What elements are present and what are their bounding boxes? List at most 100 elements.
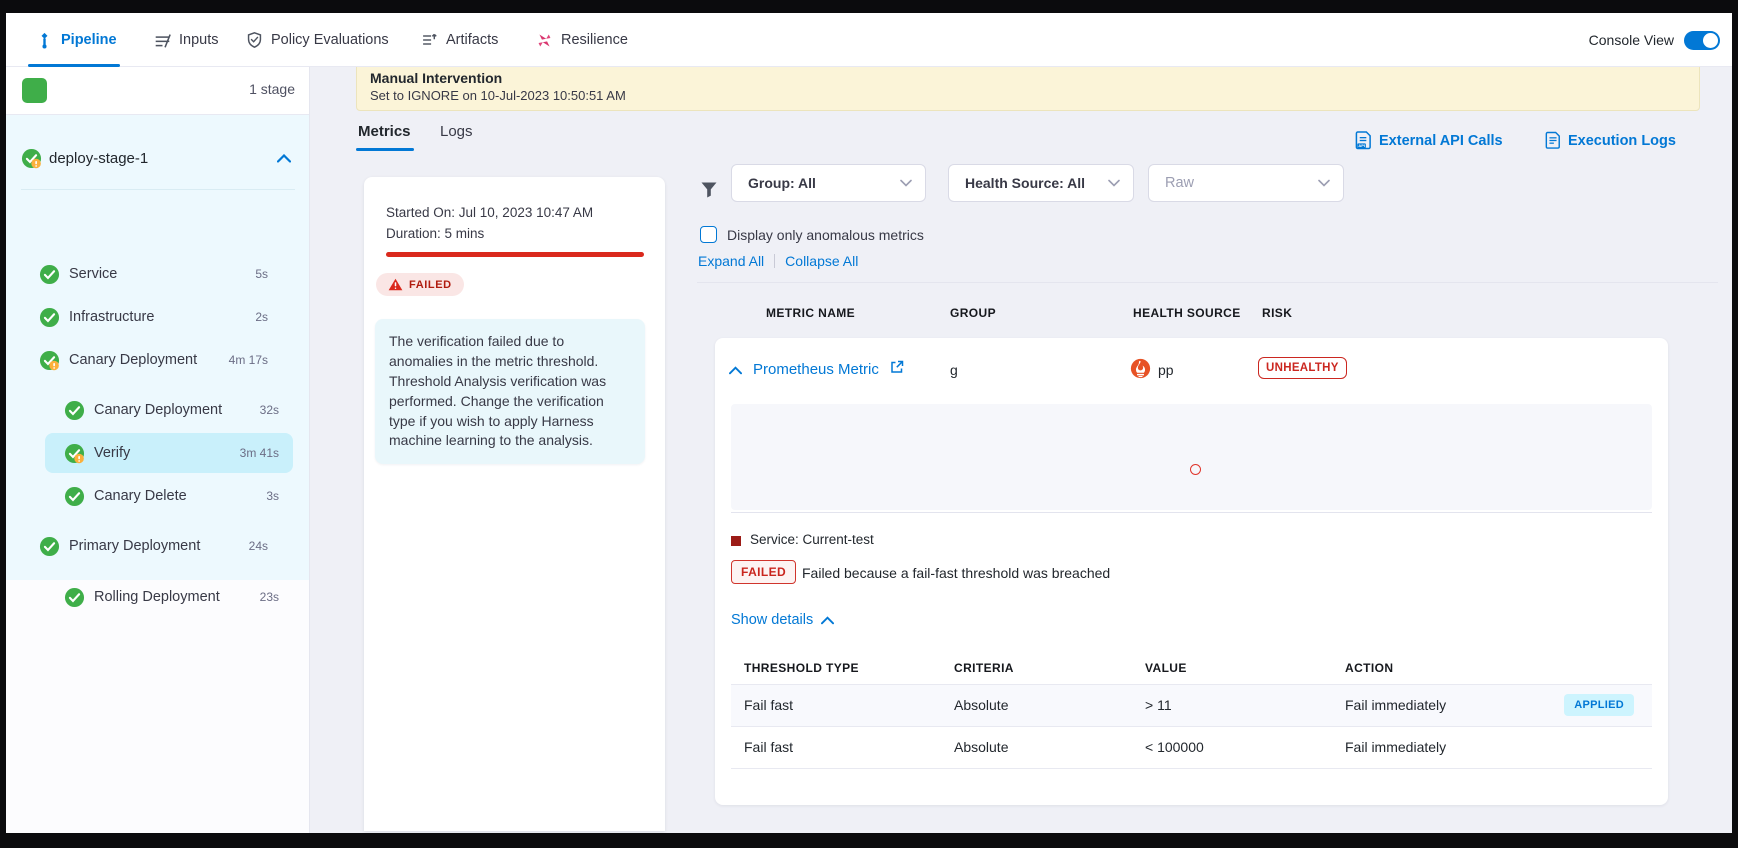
manual-intervention-banner: Manual Intervention Set to IGNORE on 10-… <box>356 63 1700 111</box>
pipeline-icon <box>36 32 53 49</box>
warning-check-icon <box>21 148 42 169</box>
warning-check-icon <box>64 443 85 464</box>
sidebar-stage-deploy-stage-1[interactable]: deploy-stage-1 <box>6 141 309 175</box>
success-check-icon <box>39 536 60 557</box>
console-view-label: Console View <box>1589 32 1674 48</box>
sidebar-step-primary-deployment[interactable]: Primary Deployment 24s <box>34 526 282 566</box>
sidebar-step-infrastructure[interactable]: Infrastructure 2s <box>34 297 282 337</box>
anomalous-metrics-label: Display only anomalous metrics <box>727 227 924 243</box>
step-duration: 3m 41s <box>240 446 279 460</box>
group-filter-dropdown[interactable]: Group: All <box>731 164 926 202</box>
col-header-criteria: CRITERIA <box>954 661 1014 675</box>
external-api-calls-link[interactable]: API External API Calls <box>1355 131 1503 150</box>
expand-all-link[interactable]: Expand All <box>698 253 764 269</box>
step-label: Primary Deployment <box>69 538 200 554</box>
failed-badge: FAILED <box>731 560 796 584</box>
warning-check-icon <box>39 350 60 371</box>
legend-label: Service: Current-test <box>750 532 874 547</box>
console-view-toggle[interactable] <box>1684 31 1720 50</box>
divider <box>21 189 295 190</box>
tab-logs[interactable]: Logs <box>440 123 473 140</box>
chart-data-point[interactable] <box>1190 464 1201 475</box>
chevron-down-icon <box>1318 179 1330 187</box>
col-header-metric-name: METRIC NAME <box>766 306 855 320</box>
prometheus-icon <box>1130 358 1151 379</box>
verification-message: The verification failed due to anomalies… <box>375 319 645 464</box>
collapse-all-link[interactable]: Collapse All <box>785 253 858 269</box>
tab-policy-evaluations-label: Policy Evaluations <box>271 32 389 48</box>
step-duration: 4m 17s <box>229 353 268 367</box>
step-label: Service <box>69 266 117 282</box>
artifacts-icon <box>421 32 438 48</box>
toggle-knob <box>1703 33 1718 48</box>
top-navigation: Pipeline Inputs Policy Evaluations Artif… <box>6 13 1732 67</box>
health-source-filter-dropdown[interactable]: Health Source: All <box>948 164 1134 202</box>
divider <box>697 282 1718 283</box>
sidebar-step-rolling-deployment[interactable]: Rolling Deployment 23s <box>45 577 293 617</box>
step-duration: 5s <box>255 267 268 281</box>
collapse-row-chevron-up-icon[interactable] <box>729 366 742 375</box>
shield-check-icon <box>246 31 263 49</box>
threshold-type-cell: Fail fast <box>744 697 793 713</box>
applied-badge: APPLIED <box>1564 694 1634 716</box>
action-cell: Fail immediately <box>1345 739 1446 755</box>
success-check-icon <box>39 307 60 328</box>
tab-artifacts-label: Artifacts <box>446 32 498 48</box>
tab-resilience[interactable]: Resilience <box>536 13 628 67</box>
filter-funnel-icon[interactable] <box>700 181 718 199</box>
metrics-tab-underline <box>356 148 414 151</box>
tab-inputs[interactable]: Inputs <box>154 13 219 67</box>
chevron-down-icon <box>900 179 912 187</box>
action-cell: Fail immediately <box>1345 697 1446 713</box>
success-check-icon <box>39 264 60 285</box>
raw-filter-dropdown[interactable]: Raw <box>1148 164 1344 202</box>
step-duration: 23s <box>260 590 279 604</box>
value-cell: > 11 <box>1145 697 1172 713</box>
step-label: Verify <box>94 445 130 461</box>
step-duration: 32s <box>260 403 279 417</box>
failure-reason: Failed because a fail-fast threshold was… <box>802 565 1110 581</box>
stage-status-square <box>22 78 47 103</box>
step-duration: 2s <box>255 310 268 324</box>
sidebar-step-canary-deployment[interactable]: Canary Deployment 4m 17s <box>34 340 282 380</box>
step-label: Canary Deployment <box>94 402 222 418</box>
execution-sidebar: 1 stage deploy-stage-1 Service 5s Infras… <box>6 67 310 833</box>
metric-name-link[interactable]: Prometheus Metric <box>753 361 879 378</box>
duration: Duration: 5 mins <box>386 226 484 241</box>
failed-status-label: FAILED <box>409 279 452 291</box>
console-view-control: Console View <box>1589 13 1720 67</box>
tab-metrics[interactable]: Metrics <box>358 123 411 140</box>
sidebar-step-canary-delete[interactable]: Canary Delete 3s <box>45 476 293 516</box>
col-header-value: VALUE <box>1145 661 1187 675</box>
col-header-threshold-type: THRESHOLD TYPE <box>744 661 859 675</box>
col-header-action: ACTION <box>1345 661 1393 675</box>
sidebar-step-verify[interactable]: Verify 3m 41s <box>45 433 293 473</box>
chevron-down-icon <box>1108 179 1120 187</box>
step-duration: 24s <box>249 539 268 553</box>
success-check-icon <box>64 587 85 608</box>
show-details-link[interactable]: Show details <box>731 612 834 628</box>
stage-name: deploy-stage-1 <box>49 150 148 167</box>
threshold-row: Fail fast Absolute > 11 Fail immediately… <box>731 685 1652 726</box>
tab-artifacts[interactable]: Artifacts <box>421 13 498 67</box>
svg-text:API: API <box>1358 143 1365 148</box>
resilience-icon <box>536 32 553 49</box>
progress-bar-failed <box>386 252 644 257</box>
sidebar-step-service[interactable]: Service 5s <box>34 254 282 294</box>
criteria-cell: Absolute <box>954 739 1008 755</box>
anomalous-metrics-checkbox[interactable] <box>700 226 717 243</box>
success-check-icon <box>64 486 85 507</box>
api-document-icon: API <box>1355 131 1372 150</box>
metric-chart-area <box>731 404 1652 510</box>
chevron-up-icon[interactable] <box>277 154 291 163</box>
external-api-calls-label: External API Calls <box>1379 133 1503 149</box>
external-link-icon[interactable] <box>890 360 904 374</box>
tab-policy-evaluations[interactable]: Policy Evaluations <box>246 13 389 67</box>
divider <box>774 254 775 268</box>
col-header-risk: RISK <box>1262 306 1292 320</box>
step-label: Rolling Deployment <box>94 589 220 605</box>
sidebar-step-canary-deployment-sub[interactable]: Canary Deployment 32s <box>45 390 293 430</box>
execution-logs-link[interactable]: Execution Logs <box>1545 131 1676 150</box>
document-icon <box>1545 131 1561 150</box>
tab-pipeline[interactable]: Pipeline <box>36 13 117 67</box>
